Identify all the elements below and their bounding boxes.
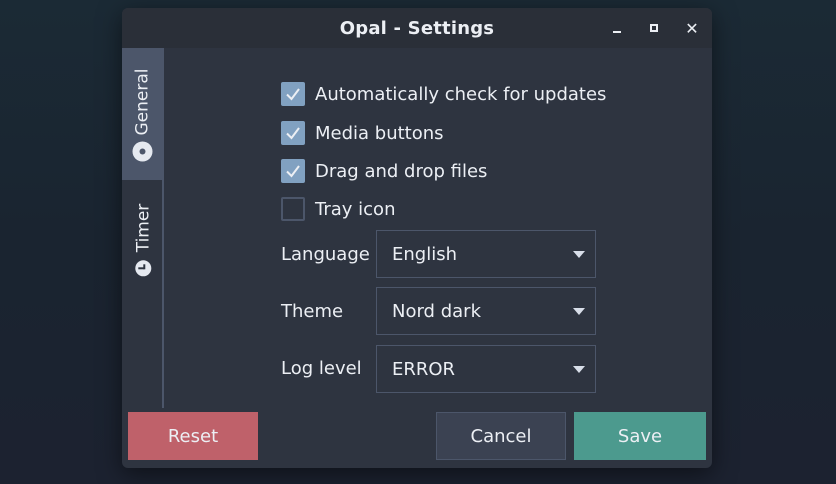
close-icon: ✕ (685, 18, 699, 38)
clock-icon (135, 260, 151, 277)
general-settings-panel: Automatically check for updates Media bu… (164, 48, 712, 408)
minimize-icon (613, 31, 621, 33)
checkbox-unchecked-icon (281, 197, 305, 221)
tab-timer-label: Timer (133, 203, 153, 253)
language-label: Language (281, 244, 370, 265)
tray-icon-checkbox[interactable]: Tray icon (281, 196, 395, 222)
checkbox-checked-icon (281, 82, 305, 106)
tab-sidebar: General Timer (122, 48, 164, 408)
checkbox-checked-icon (281, 121, 305, 145)
minimize-button[interactable] (605, 16, 629, 40)
settings-window: Opal - Settings ✕ General Timer Automati… (122, 8, 712, 468)
media-buttons-checkbox[interactable]: Media buttons (281, 120, 444, 146)
log-level-label: Log level (281, 358, 362, 379)
theme-label: Theme (281, 301, 344, 322)
window-title: Opal - Settings (339, 17, 495, 39)
auto-update-checkbox[interactable]: Automatically check for updates (281, 81, 606, 107)
drag-drop-label: Drag and drop files (315, 160, 488, 182)
maximize-button[interactable] (642, 16, 666, 40)
chevron-down-icon (573, 308, 585, 315)
chevron-down-icon (573, 251, 585, 258)
cancel-button[interactable]: Cancel (436, 412, 566, 460)
reset-button[interactable]: Reset (128, 412, 258, 460)
tab-timer[interactable]: Timer (122, 180, 164, 300)
theme-value: Nord dark (392, 300, 481, 322)
chevron-down-icon (573, 366, 585, 373)
close-button[interactable]: ✕ (680, 16, 704, 40)
maximize-icon (650, 24, 658, 32)
tray-icon-label: Tray icon (315, 198, 396, 220)
language-select[interactable]: English (376, 230, 596, 278)
drag-drop-checkbox[interactable]: Drag and drop files (281, 158, 487, 184)
title-bar[interactable]: Opal - Settings ✕ (122, 8, 712, 48)
tab-general[interactable]: General (122, 48, 164, 180)
media-buttons-label: Media buttons (315, 122, 444, 144)
gear-icon (134, 143, 150, 160)
log-level-select[interactable]: ERROR (376, 345, 596, 393)
theme-select[interactable]: Nord dark (376, 287, 596, 335)
auto-update-label: Automatically check for updates (315, 83, 607, 105)
save-button[interactable]: Save (574, 412, 706, 460)
checkbox-checked-icon (281, 159, 305, 183)
dialog-footer: Reset Cancel Save (122, 408, 712, 468)
language-value: English (392, 243, 457, 265)
tab-general-label: General (132, 68, 152, 136)
log-level-value: ERROR (392, 358, 456, 380)
